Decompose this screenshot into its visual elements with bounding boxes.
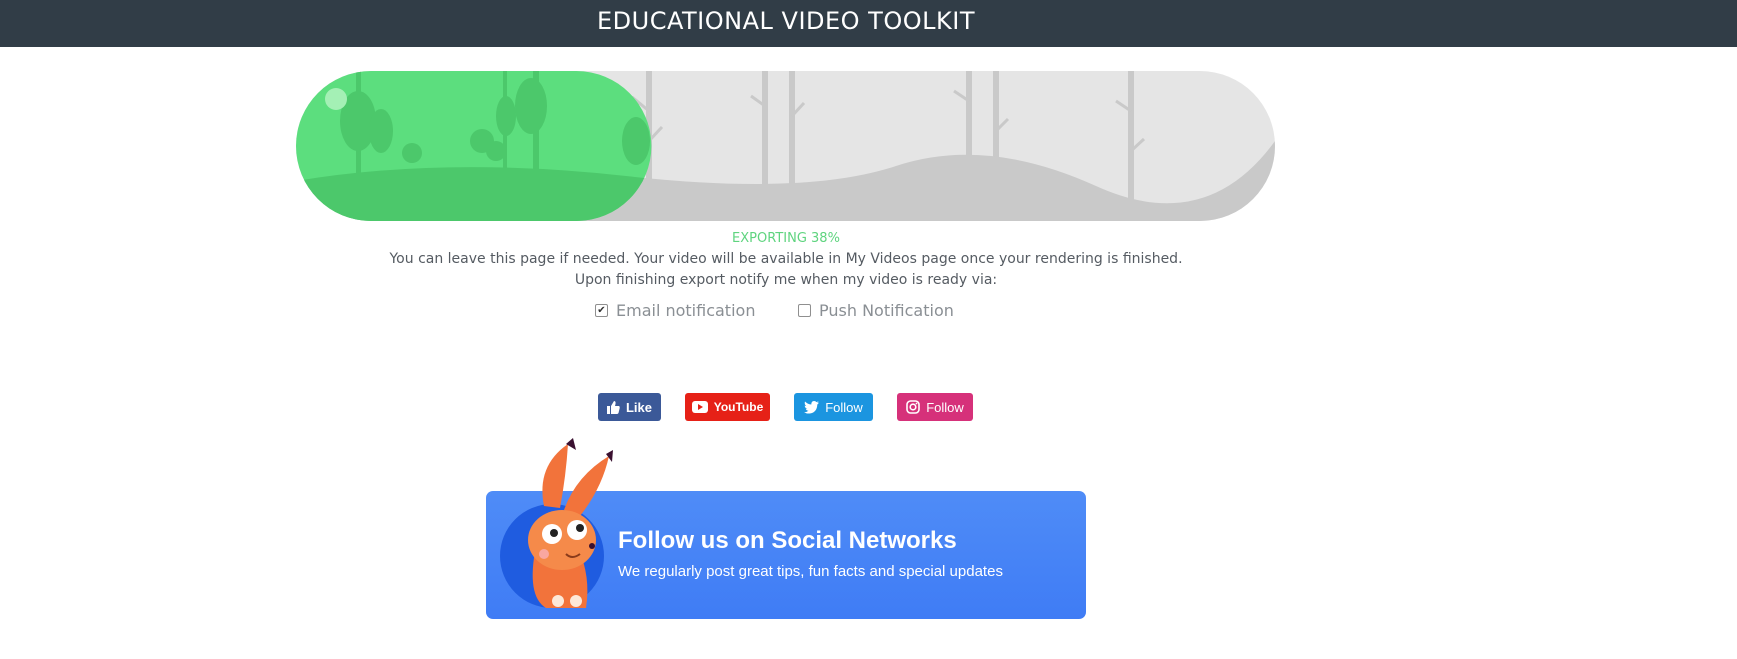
email-notification-checkbox[interactable]: ✔ [595, 304, 608, 317]
notification-options: ✔ Email notification Push Notification [0, 301, 1737, 325]
social-buttons: Like YouTube Follow Follow [0, 393, 1737, 421]
export-info-message: You can leave this page if needed. Your … [389, 251, 1183, 267]
instagram-icon [906, 400, 921, 414]
youtube-play-icon [691, 401, 708, 413]
youtube-button[interactable]: YouTube [685, 393, 770, 421]
facebook-like-label: Like [625, 399, 652, 415]
squirrel-mascot-icon [496, 436, 626, 611]
facebook-like-button[interactable]: Like [598, 393, 661, 421]
twitter-follow-label: Follow [825, 399, 863, 415]
push-notification-label: Push Notification [819, 301, 954, 320]
top-header-bar: EDUCATIONAL VIDEO TOOLKIT [0, 0, 1737, 47]
instagram-follow-button[interactable]: Follow [897, 393, 973, 421]
thumbs-up-icon [606, 400, 620, 414]
promo-subtext: We regularly post great tips, fun facts … [618, 563, 1003, 580]
email-notification-label: Email notification [616, 301, 756, 320]
notify-prompt: Upon finishing export notify me when my … [574, 272, 998, 288]
twitter-follow-button[interactable]: Follow [794, 393, 873, 421]
instagram-follow-label: Follow [926, 399, 964, 415]
twitter-bird-icon [804, 400, 820, 414]
export-status: EXPORTING 38% [732, 231, 840, 246]
promo-heading: Follow us on Social Networks [618, 527, 957, 554]
push-notification-checkbox[interactable] [798, 304, 811, 317]
youtube-label: YouTube [713, 400, 764, 414]
page-title: EDUCATIONAL VIDEO TOOLKIT [597, 7, 975, 35]
email-notification-option[interactable]: ✔ Email notification [595, 301, 755, 320]
export-progress-bar [296, 71, 1275, 221]
push-notification-option[interactable]: Push Notification [798, 301, 954, 320]
